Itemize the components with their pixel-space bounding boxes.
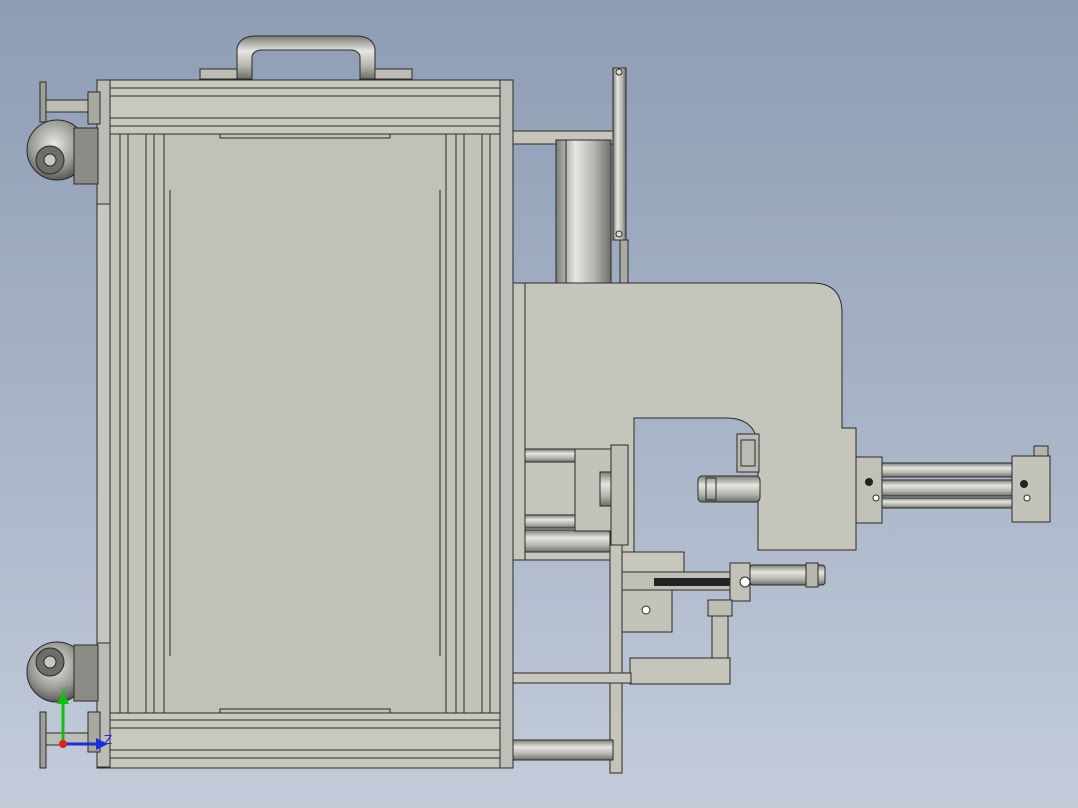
cad-viewport[interactable]: Y Z bbox=[0, 0, 1078, 808]
top-handle bbox=[199, 35, 413, 80]
origin-marker bbox=[59, 740, 67, 748]
upper-cylinder-assembly bbox=[512, 67, 629, 285]
z-axis-label: Z bbox=[104, 733, 112, 747]
machine-drawing: Y Z bbox=[26, 35, 1051, 774]
caster-top bbox=[26, 81, 101, 185]
y-axis-label: Y bbox=[59, 685, 68, 699]
main-frame bbox=[96, 79, 514, 769]
lower-mechanism bbox=[512, 544, 826, 774]
